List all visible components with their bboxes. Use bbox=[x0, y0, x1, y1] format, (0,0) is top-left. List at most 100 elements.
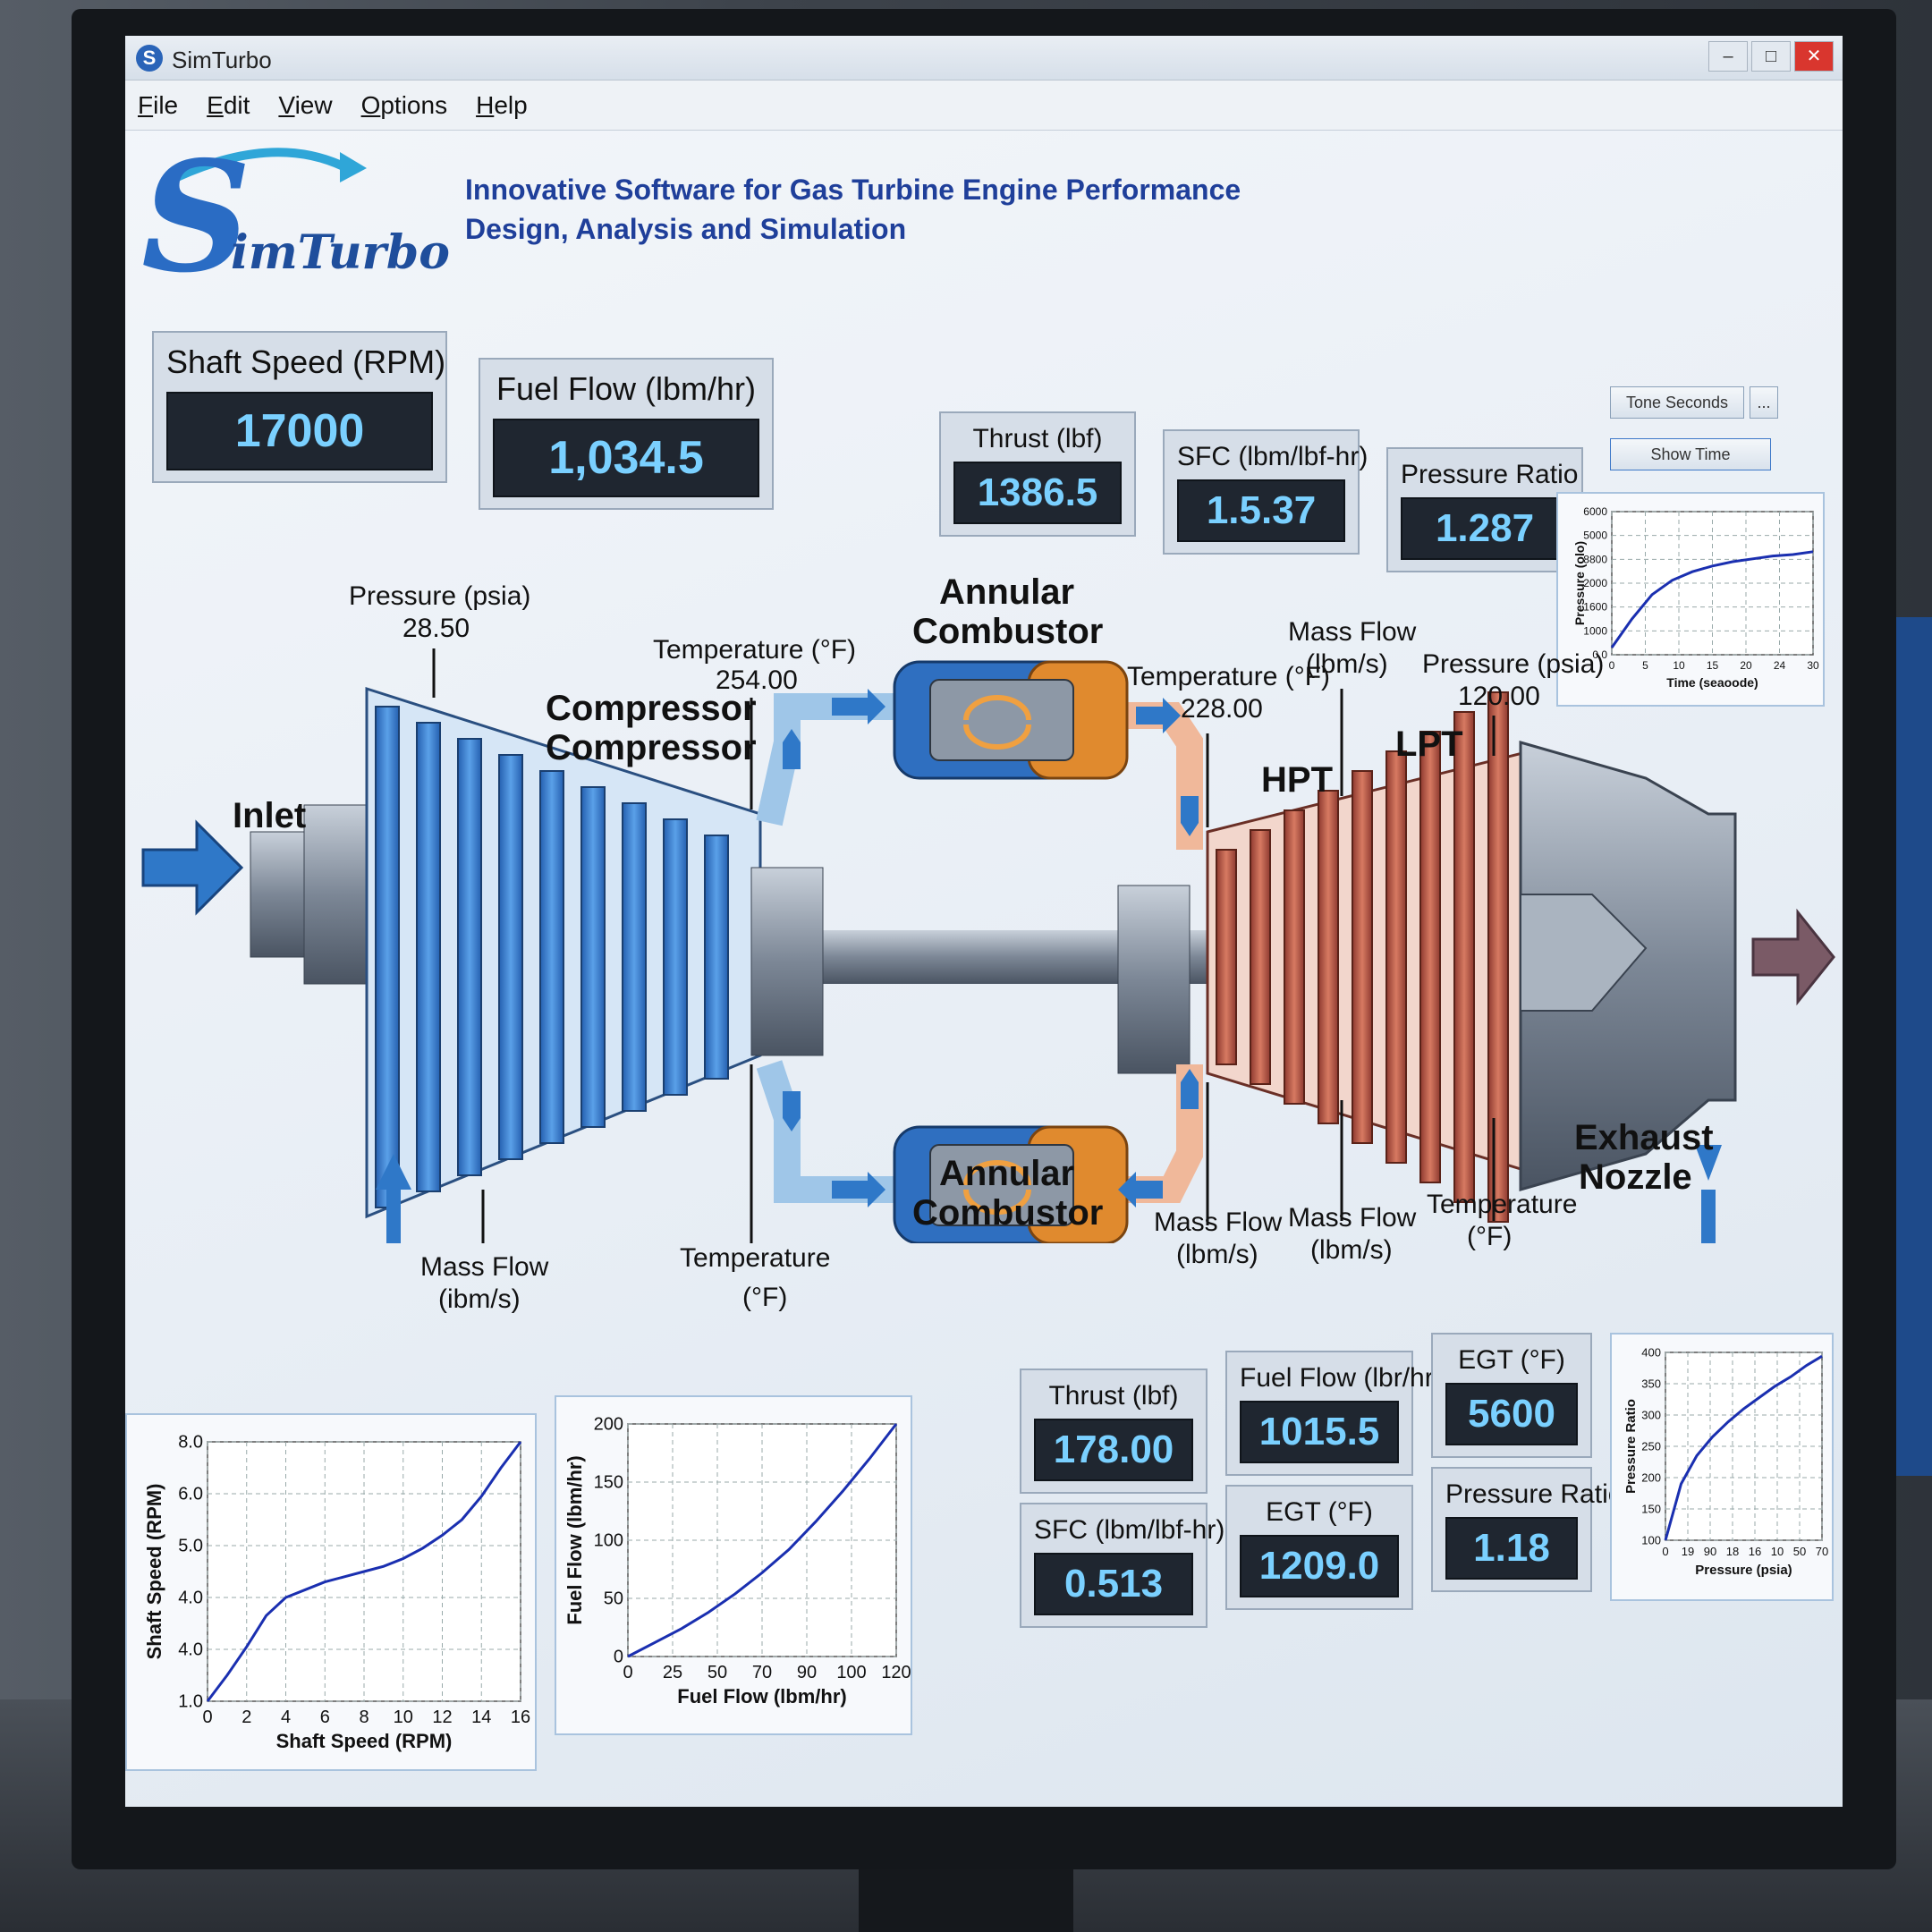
bottom-thrust-label: Thrust (lbf) bbox=[1048, 1381, 1179, 1411]
comp-temp-unit: (°F) bbox=[742, 1283, 788, 1312]
x-tick-label: 120 bbox=[881, 1663, 911, 1682]
y-tick-label: 6.0 bbox=[178, 1485, 203, 1504]
x-tick-label: 0 bbox=[202, 1707, 212, 1727]
tagline: Innovative Software for Gas Turbine Engi… bbox=[465, 170, 1241, 249]
x-tick-label: 16 bbox=[511, 1707, 530, 1727]
tagline-line-2: Design, Analysis and Simulation bbox=[465, 213, 907, 245]
maximize-button[interactable]: □ bbox=[1751, 41, 1791, 72]
comp-mass-flow-label: Mass Flow bbox=[420, 1252, 549, 1282]
pressure-ratio-chart: 0 19 90 18 16 10 50 70 100 150 200 250 300 350 400 Pres… bbox=[1610, 1333, 1834, 1601]
lpt-label: LPT bbox=[1395, 724, 1463, 764]
turbine-blade bbox=[1318, 790, 1339, 1124]
window-title: SimTurbo bbox=[172, 47, 272, 73]
turbine-flange bbox=[1117, 885, 1191, 1074]
x-tick-label: 12 bbox=[432, 1707, 452, 1727]
menu-edit[interactable]: Edit bbox=[207, 91, 250, 120]
turbine-blade bbox=[1352, 770, 1373, 1144]
fuel-flow-value: 1,034.5 bbox=[493, 419, 759, 497]
x-tick-label: 100 bbox=[836, 1663, 866, 1682]
bottom-fuel-flow-readout: Fuel Flow (lbr/hr) 1015.5 bbox=[1225, 1351, 1443, 1476]
hpt-label: HPT bbox=[1261, 760, 1333, 800]
thrust-value: 1386.5 bbox=[953, 462, 1122, 524]
egt-readout-1: EGT (°F) 5600 bbox=[1431, 1333, 1592, 1458]
shaft-speed-chart-svg: 0 2 4 6 8 10 12 14 16 1.0 4.0 4.0 5.0 6.0 8.0 Shaft Spe… bbox=[143, 1433, 530, 1752]
y-tick-label: 100 bbox=[1641, 1533, 1661, 1546]
exhaust-arrow-icon bbox=[1751, 908, 1835, 1006]
menu-options[interactable]: Options bbox=[361, 91, 448, 120]
tone-seconds-button[interactable]: Tone Seconds bbox=[1610, 386, 1744, 419]
x-tick-label: 90 bbox=[1704, 1545, 1716, 1558]
lpt-mass-flow-label: Mass Flow bbox=[1288, 1203, 1417, 1233]
simturbo-logo: S imTurbo bbox=[141, 141, 450, 293]
comp-exit-temp-value: 254.00 bbox=[716, 665, 798, 695]
bottom-thrust-readout: Thrust (lbf) 178.00 bbox=[1020, 1368, 1208, 1494]
y-tick-label: 4.0 bbox=[178, 1640, 203, 1660]
turbine-blade bbox=[1284, 809, 1305, 1105]
turbine-blade bbox=[1385, 750, 1407, 1164]
turb-temp-label: Temperature (°F) bbox=[1127, 662, 1331, 691]
turb-pressure-label: Pressure (psia) bbox=[1422, 649, 1605, 679]
x-tick-label: 10 bbox=[394, 1707, 413, 1727]
compressor-blade bbox=[622, 802, 647, 1112]
y-tick-label: 5.0 bbox=[178, 1537, 203, 1556]
combustor-bottom-label-1: Annular bbox=[939, 1154, 1075, 1193]
turbine-blade bbox=[1250, 829, 1271, 1085]
menu-help[interactable]: Help bbox=[476, 91, 528, 120]
fuel-flow-chart: 0 25 50 70 90 100 120 0 50 100 150 200 Fuel Flow (lb… bbox=[555, 1395, 912, 1735]
y-tick-label: 50 bbox=[604, 1589, 623, 1609]
turb-temp-value: 228.00 bbox=[1181, 694, 1263, 724]
x-tick-label: 50 bbox=[708, 1663, 727, 1682]
y-tick-label: 0 bbox=[614, 1648, 623, 1667]
pressure-ratio-readout: Pressure Ratio 1.287 bbox=[1386, 447, 1583, 572]
shaft-speed-readout: Shaft Speed (RPM) 17000 bbox=[152, 331, 447, 483]
compressor-blade bbox=[416, 722, 441, 1192]
comp-temp-label: Temperature bbox=[680, 1243, 831, 1273]
turbine-blade bbox=[1487, 691, 1509, 1223]
thrust-readout: Thrust (lbf) 1386.5 bbox=[939, 411, 1136, 537]
turbine-blade bbox=[1216, 849, 1237, 1065]
lpt-mass-flow-unit: (lbm/s) bbox=[1310, 1235, 1393, 1265]
egt-value-2: 1209.0 bbox=[1240, 1535, 1399, 1597]
x-tick-label: 8 bbox=[359, 1707, 369, 1727]
bottom-fuel-flow-value: 1015.5 bbox=[1240, 1401, 1399, 1463]
nozzle-temp-label: Temperature bbox=[1427, 1190, 1578, 1219]
compressor-blade bbox=[704, 835, 729, 1080]
menu-view[interactable]: View bbox=[278, 91, 332, 120]
title-bar: S SimTurbo ‒ □ ✕ bbox=[125, 36, 1843, 80]
hpt-mass-flow-unit: (lbm/s) bbox=[1176, 1240, 1258, 1269]
x-tick-label: 70 bbox=[752, 1663, 772, 1682]
close-button[interactable]: ✕ bbox=[1794, 41, 1834, 72]
y-tick-label: 400 bbox=[1641, 1345, 1661, 1359]
more-options-button[interactable]: ... bbox=[1750, 386, 1778, 419]
compressor-blade bbox=[663, 818, 688, 1096]
menu-file[interactable]: File bbox=[138, 91, 178, 120]
x-tick-label: 18 bbox=[1726, 1545, 1739, 1558]
y-axis-label: Pressure Ratio bbox=[1623, 1399, 1639, 1494]
thrust-label: Thrust (lbf) bbox=[972, 424, 1103, 453]
turbine-blade bbox=[1419, 731, 1441, 1183]
egt-label-2: EGT (°F) bbox=[1266, 1497, 1373, 1527]
show-time-button[interactable]: Show Time bbox=[1610, 438, 1771, 470]
compressor-blade bbox=[375, 706, 400, 1208]
bottom-pressure-ratio-label: Pressure Ratio bbox=[1445, 1479, 1623, 1509]
x-axis-label: Fuel Flow (lbm/hr) bbox=[677, 1685, 846, 1707]
fuel-flow-label: Fuel Flow (lbm/hr) bbox=[496, 370, 757, 407]
x-tick-label: 70 bbox=[1816, 1545, 1828, 1558]
y-tick-label: 250 bbox=[1641, 1439, 1661, 1453]
x-tick-label: 19 bbox=[1682, 1545, 1694, 1558]
shaft-speed-value: 17000 bbox=[166, 392, 433, 470]
y-tick-label: 350 bbox=[1641, 1377, 1661, 1390]
egt-value-1: 5600 bbox=[1445, 1383, 1578, 1445]
bottom-sfc-readout: SFC (lbm/lbf-hr) 0.513 bbox=[1020, 1503, 1224, 1628]
x-tick-label: 16 bbox=[1749, 1545, 1761, 1558]
y-tick-label: 8.0 bbox=[178, 1433, 203, 1453]
sfc-readout: SFC (lbm/lbf-hr) 1.5.37 bbox=[1163, 429, 1368, 555]
compressor-flange bbox=[750, 867, 824, 1056]
minimize-button[interactable]: ‒ bbox=[1708, 41, 1748, 72]
bottom-thrust-value: 178.00 bbox=[1034, 1419, 1193, 1481]
pressure-ratio-value: 1.287 bbox=[1401, 497, 1569, 560]
bottom-pressure-ratio-value: 1.18 bbox=[1445, 1517, 1578, 1580]
compressor-section bbox=[365, 686, 762, 1219]
combustor-bottom-label-2: Combustor bbox=[912, 1193, 1104, 1233]
x-tick-label: 25 bbox=[663, 1663, 682, 1682]
